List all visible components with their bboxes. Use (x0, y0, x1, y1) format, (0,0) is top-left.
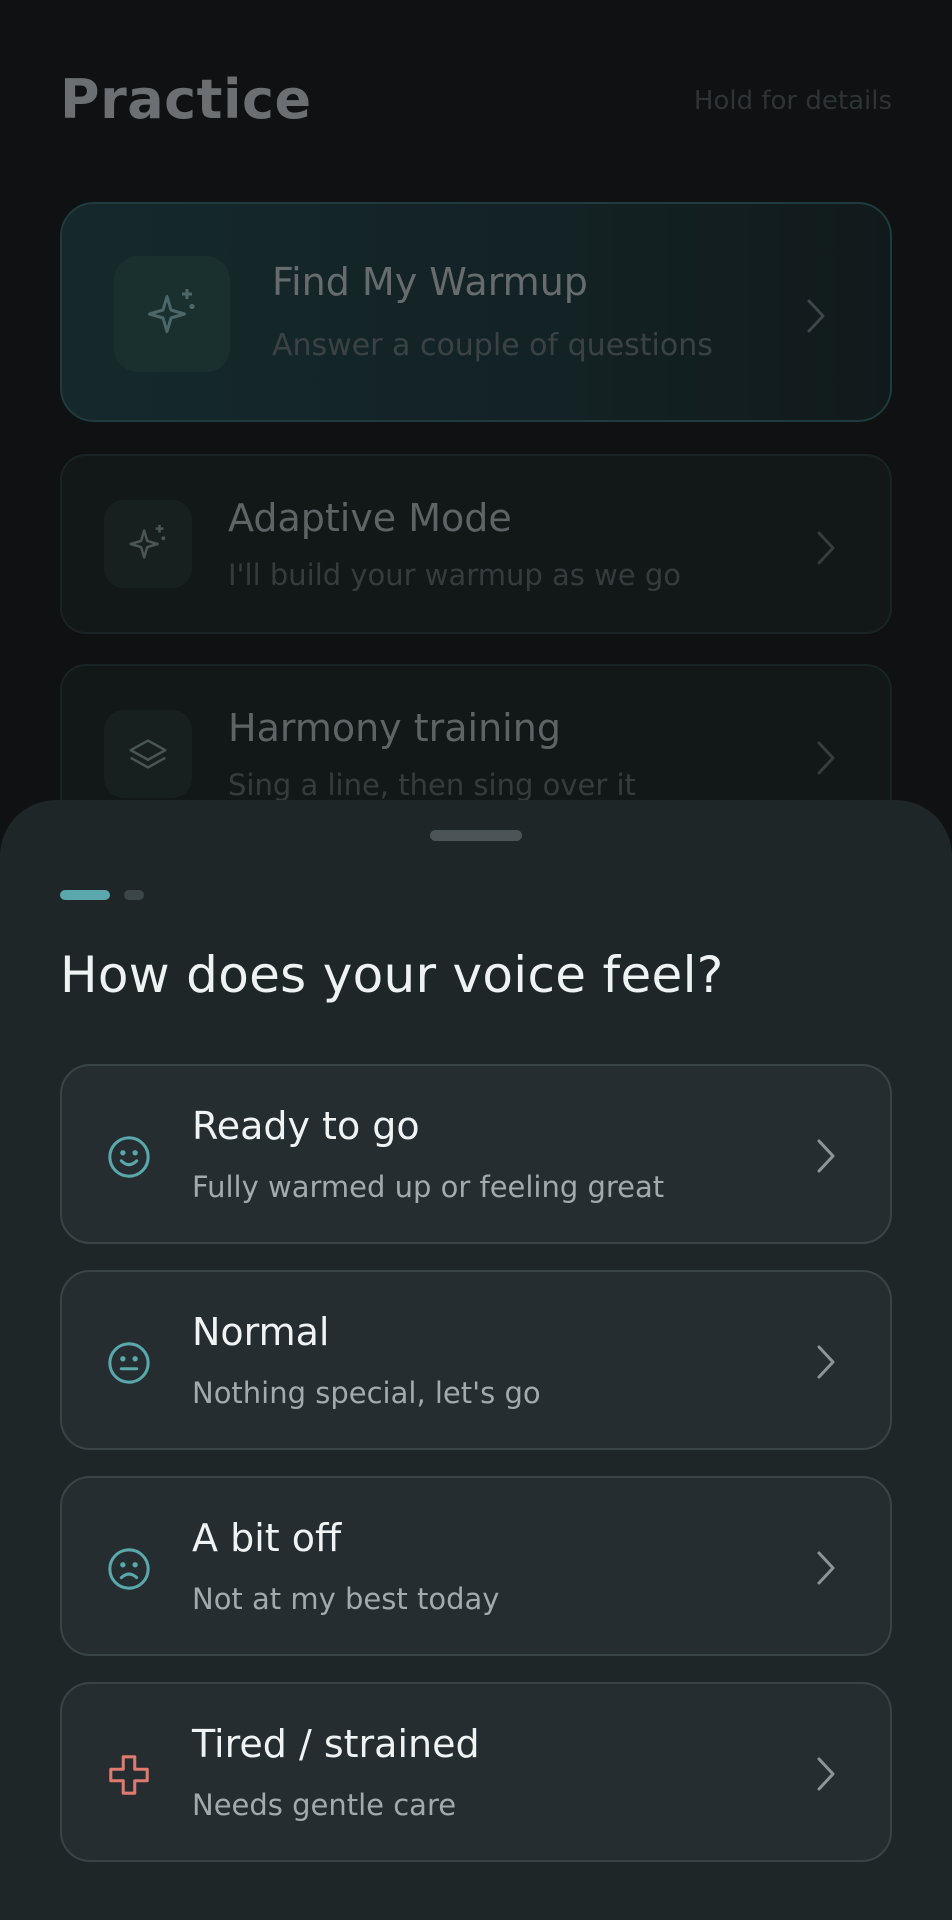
sparkles-icon (114, 256, 230, 372)
option-tired-strained[interactable]: Tired / strained Needs gentle care (60, 1682, 892, 1862)
voice-check-bottom-sheet: How does your voice feel? Ready to go Fu… (0, 800, 952, 1920)
chevron-right-icon (814, 1342, 838, 1386)
page-title: Practice (60, 68, 312, 131)
chevron-right-icon (814, 738, 838, 782)
chevron-right-icon (804, 296, 828, 340)
option-subtitle: Nothing special, let's go (192, 1376, 541, 1410)
adaptive-mode-card[interactable]: Adaptive Mode I'll build your warmup as … (60, 454, 892, 634)
chevron-right-icon (814, 1136, 838, 1180)
sparkles-icon (104, 500, 192, 588)
option-ready-to-go[interactable]: Ready to go Fully warmed up or feeling g… (60, 1064, 892, 1244)
smile-icon (108, 1136, 150, 1178)
chevron-right-icon (814, 1548, 838, 1592)
chevron-right-icon (814, 528, 838, 572)
option-subtitle: Needs gentle care (192, 1788, 457, 1822)
option-title: Normal (192, 1310, 330, 1354)
card-title: Find My Warmup (272, 260, 588, 304)
sheet-title: How does your voice feel? (60, 946, 724, 1004)
option-subtitle: Not at my best today (192, 1582, 500, 1616)
step-indicator-inactive (124, 890, 144, 900)
sheet-grabber-handle[interactable] (430, 830, 522, 841)
option-title: A bit off (192, 1516, 342, 1560)
card-subtitle: I'll build your warmup as we go (228, 558, 681, 592)
step-indicator-active (60, 890, 110, 900)
card-title: Harmony training (228, 706, 561, 750)
step-indicator (60, 890, 144, 900)
hold-hint: Hold for details (693, 86, 892, 116)
option-title: Ready to go (192, 1104, 420, 1148)
practice-screen-background: Practice Hold for details Find My Warmup… (0, 0, 952, 900)
option-a-bit-off[interactable]: A bit off Not at my best today (60, 1476, 892, 1656)
frown-icon (108, 1548, 150, 1590)
option-title: Tired / strained (192, 1722, 480, 1766)
option-subtitle: Fully warmed up or feeling great (192, 1170, 665, 1204)
chevron-right-icon (814, 1754, 838, 1798)
layers-icon (104, 710, 192, 798)
screen: Practice Hold for details Find My Warmup… (0, 0, 952, 1920)
card-subtitle: Answer a couple of questions (272, 328, 713, 363)
medical-cross-icon (109, 1755, 149, 1795)
find-my-warmup-card[interactable]: Find My Warmup Answer a couple of questi… (60, 202, 892, 422)
card-title: Adaptive Mode (228, 496, 512, 540)
card-subtitle: Sing a line, then sing over it (228, 768, 636, 802)
option-normal[interactable]: Normal Nothing special, let's go (60, 1270, 892, 1450)
neutral-face-icon (108, 1342, 150, 1384)
